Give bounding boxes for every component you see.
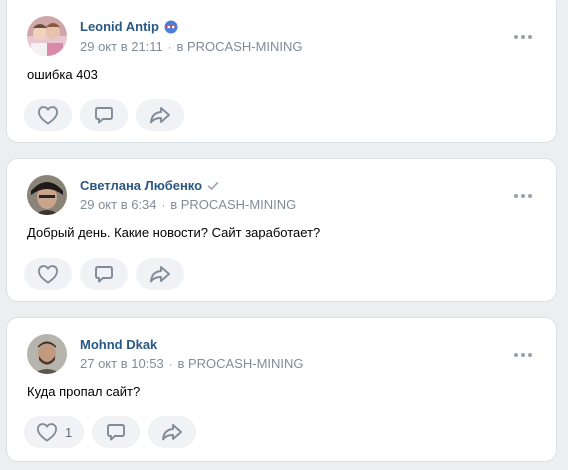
comment-icon (107, 424, 126, 441)
post-meta: 27 окт в 10:53 · в PROCASH-MINING (80, 356, 304, 371)
heart-icon (37, 423, 57, 442)
comment-button[interactable] (92, 416, 141, 448)
post-group[interactable]: в PROCASH-MINING (177, 356, 303, 371)
post-text: Добрый день. Какие новости? Сайт заработ… (27, 225, 321, 240)
post-meta: 29 окт в 21:11 · в PROCASH-MINING (80, 39, 303, 54)
mask-badge-icon (164, 20, 178, 34)
comment-icon (95, 266, 113, 283)
more-dots-icon (514, 194, 532, 198)
more-dots-icon (514, 35, 532, 39)
meta-separator: · (168, 359, 173, 371)
meta-separator: · (167, 42, 172, 54)
comment-button[interactable] (80, 258, 128, 290)
heart-icon (38, 106, 58, 125)
like-button[interactable] (24, 99, 72, 131)
meta-separator: · (161, 200, 166, 212)
post-actions: 1 (24, 416, 197, 448)
like-button[interactable] (24, 258, 72, 290)
post-text: ошибка 403 (27, 67, 98, 82)
post-date[interactable]: 29 окт в 21:11 (80, 39, 163, 54)
share-button[interactable] (136, 258, 184, 290)
share-button[interactable] (148, 416, 197, 448)
avatar[interactable] (27, 175, 67, 215)
comment-icon (95, 107, 113, 124)
share-button[interactable] (136, 99, 184, 131)
avatar[interactable] (27, 16, 67, 56)
heart-icon (38, 265, 58, 284)
post-date[interactable]: 29 окт в 6:34 (80, 197, 157, 212)
more-dots-icon (514, 353, 532, 357)
more-options-button[interactable] (512, 347, 534, 363)
like-button[interactable]: 1 (24, 416, 85, 448)
post-date[interactable]: 27 окт в 10:53 (80, 356, 164, 371)
author-name-label[interactable]: Leonid Antip (80, 19, 159, 34)
more-options-button[interactable] (512, 188, 534, 204)
comment-button[interactable] (80, 99, 128, 131)
author-name-label[interactable]: Mohnd Dkak (80, 337, 157, 352)
author-name[interactable]: Mohnd Dkak (80, 337, 157, 352)
share-icon (150, 107, 170, 124)
post-card: Leonid Antip 29 окт в 21:11 · в PROCASH-MI… (6, 0, 557, 143)
avatar[interactable] (27, 334, 67, 374)
like-count: 1 (65, 424, 73, 440)
verified-check-icon (207, 181, 219, 191)
share-icon (150, 266, 170, 283)
author-name-label[interactable]: Светлана Любенко (80, 178, 202, 193)
more-options-button[interactable] (512, 29, 534, 45)
post-group[interactable]: в PROCASH-MINING (176, 39, 302, 54)
post-card: Светлана Любенко 29 окт в 6:34 · в PROCASH… (6, 158, 557, 302)
share-icon (162, 424, 183, 441)
author-name[interactable]: Leonid Antip (80, 19, 178, 34)
post-card: Mohnd Dkak 27 окт в 10:53 · в PROCASH-MINI… (6, 317, 557, 462)
post-actions (24, 258, 184, 290)
post-text: Куда пропал сайт? (27, 384, 141, 399)
author-name[interactable]: Светлана Любенко (80, 178, 219, 193)
post-actions (24, 99, 184, 131)
post-meta: 29 окт в 6:34 · в PROCASH-MINING (80, 197, 296, 212)
post-group[interactable]: в PROCASH-MINING (170, 197, 296, 212)
